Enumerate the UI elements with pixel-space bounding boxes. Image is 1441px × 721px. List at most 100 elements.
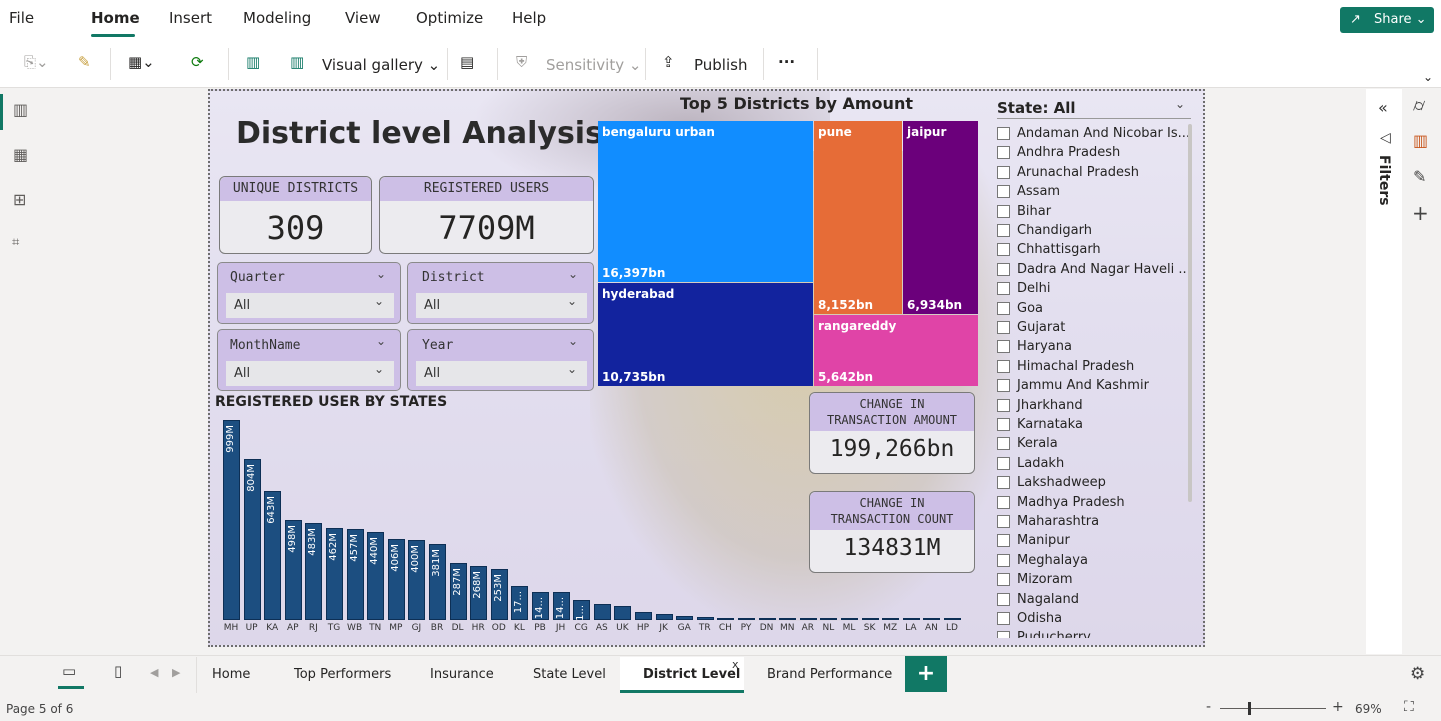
state-option[interactable]: Karnataka bbox=[997, 415, 1083, 434]
bar-py[interactable] bbox=[738, 618, 755, 620]
state-option[interactable]: Bihar bbox=[997, 202, 1051, 221]
state-option[interactable]: Odisha bbox=[997, 609, 1062, 628]
tab-home[interactable]: Home bbox=[212, 667, 250, 682]
tab-brand-performance[interactable]: Brand Performance bbox=[767, 667, 892, 682]
checkbox[interactable] bbox=[997, 553, 1010, 567]
visual-gallery-icon[interactable]: ▥ bbox=[290, 53, 304, 71]
state-slicer-header[interactable]: State: All ⌄ bbox=[997, 97, 1191, 119]
paste-icon[interactable]: ⎘⌄ bbox=[24, 53, 49, 71]
bar-mn[interactable] bbox=[779, 618, 797, 620]
tab-district-level[interactable]: District Level bbox=[643, 667, 740, 682]
monthname-dropdown[interactable]: All ⌄ bbox=[226, 361, 394, 386]
menu-file[interactable]: File bbox=[9, 9, 34, 27]
report-view-icon[interactable]: ▥ bbox=[13, 100, 28, 119]
more-options-button[interactable]: ··· bbox=[778, 53, 795, 71]
checkbox[interactable] bbox=[997, 243, 1010, 257]
state-option[interactable]: Madhya Pradesh bbox=[997, 493, 1125, 512]
bar-ml[interactable] bbox=[841, 618, 858, 620]
district-slicer[interactable]: District ⌄ All ⌄ bbox=[407, 262, 594, 324]
quarter-slicer[interactable]: Quarter ⌄ All ⌄ bbox=[217, 262, 401, 324]
state-option[interactable]: Jammu And Kashmir bbox=[997, 376, 1149, 395]
format-pane-icon[interactable]: ✎ bbox=[1413, 167, 1426, 186]
add-pane-icon[interactable]: + bbox=[1412, 201, 1429, 225]
bar-ga[interactable] bbox=[676, 616, 694, 620]
format-painter-icon[interactable]: ✎ bbox=[78, 53, 91, 71]
state-option[interactable]: Assam bbox=[997, 182, 1060, 201]
zoom-slider-thumb[interactable] bbox=[1248, 702, 1251, 715]
state-option[interactable]: Arunachal Pradesh bbox=[997, 163, 1139, 182]
checkbox[interactable] bbox=[997, 398, 1010, 412]
state-option[interactable]: Lakshadweep bbox=[997, 473, 1106, 492]
monthname-slicer[interactable]: MonthName ⌄ All ⌄ bbox=[217, 329, 401, 391]
bar-hp[interactable] bbox=[635, 612, 652, 620]
publish-icon[interactable]: ⇪ bbox=[662, 53, 675, 71]
bar-cg[interactable]: 1... bbox=[573, 600, 591, 621]
district-dropdown[interactable]: All ⌄ bbox=[416, 293, 587, 318]
menu-home[interactable]: Home bbox=[91, 9, 140, 27]
bar-as[interactable] bbox=[593, 604, 611, 620]
bar-jk[interactable] bbox=[655, 614, 673, 620]
state-option[interactable]: Manipur bbox=[997, 531, 1070, 550]
state-option[interactable]: Maharashtra bbox=[997, 512, 1099, 531]
model-view-icon[interactable]: ⊞ bbox=[13, 190, 26, 209]
data-pane-icon[interactable]: ⌭ bbox=[1413, 96, 1425, 116]
calculator-icon[interactable]: ▤ bbox=[460, 53, 474, 71]
bar-gj[interactable]: 400M bbox=[408, 540, 426, 620]
bar-dn[interactable] bbox=[758, 618, 776, 620]
bar-mp[interactable]: 406M bbox=[387, 538, 405, 620]
ribbon-collapse-chevron-icon[interactable]: ⌄ bbox=[1423, 70, 1433, 84]
checkbox[interactable] bbox=[997, 418, 1010, 431]
checkbox[interactable] bbox=[997, 379, 1010, 393]
menu-view[interactable]: View bbox=[345, 9, 381, 27]
state-option[interactable]: Gujarat bbox=[997, 318, 1065, 337]
state-option[interactable]: Goa bbox=[997, 299, 1043, 318]
tab-top-performers[interactable]: Top Performers bbox=[294, 667, 391, 682]
state-option[interactable]: Chandigarh bbox=[997, 221, 1092, 240]
zoom-slider-track[interactable] bbox=[1220, 708, 1326, 709]
bar-la[interactable] bbox=[902, 618, 920, 620]
add-page-button[interactable]: + bbox=[905, 656, 947, 692]
registered-users-card[interactable]: REGISTERED USERS 7709M bbox=[379, 176, 594, 254]
chevron-down-icon[interactable]: ⌄ bbox=[376, 267, 386, 281]
close-tab-icon[interactable]: x bbox=[732, 658, 739, 671]
bar-tr[interactable] bbox=[696, 617, 714, 620]
checkbox[interactable] bbox=[997, 321, 1010, 334]
bar-od[interactable]: 253M bbox=[490, 569, 508, 620]
table-view-icon[interactable]: ▦ bbox=[13, 145, 28, 164]
state-option[interactable]: Andaman And Nicobar Is... bbox=[997, 124, 1190, 143]
state-option[interactable]: Chhattisgarh bbox=[997, 240, 1101, 259]
menu-insert[interactable]: Insert bbox=[169, 9, 212, 27]
checkbox[interactable] bbox=[997, 476, 1010, 490]
checkbox[interactable] bbox=[997, 592, 1010, 606]
checkbox[interactable] bbox=[997, 456, 1010, 470]
tab-insurance[interactable]: Insurance bbox=[430, 667, 494, 682]
treemap-tile-bengaluru-urban[interactable]: bengaluru urban 16,397bn bbox=[598, 121, 813, 282]
expand-panes-icon[interactable]: « bbox=[1378, 98, 1388, 117]
tab-state-level[interactable]: State Level bbox=[533, 667, 606, 682]
bar-up[interactable]: 804M bbox=[243, 459, 261, 620]
publish-button[interactable]: Publish bbox=[694, 56, 747, 74]
state-option[interactable]: Puducherry bbox=[997, 628, 1091, 638]
checkbox[interactable] bbox=[997, 437, 1010, 451]
get-data-icon[interactable]: ▦⌄ bbox=[128, 53, 155, 71]
menu-modeling[interactable]: Modeling bbox=[243, 9, 311, 27]
registered-user-bar-chart[interactable]: 999M MH 804M UP 643M KA 498M AP 483M RJ 462M TG 457M… bbox=[214, 412, 974, 642]
bar-pb[interactable]: 14... bbox=[532, 592, 549, 620]
desktop-layout-icon[interactable]: ▭ bbox=[62, 662, 76, 680]
refresh-icon[interactable]: ⟳ bbox=[191, 53, 204, 71]
checkbox[interactable] bbox=[997, 165, 1010, 179]
scroll-tabs-right-icon[interactable]: ▶ bbox=[172, 666, 180, 679]
checkbox[interactable] bbox=[997, 204, 1010, 218]
chevron-down-icon[interactable]: ⌄ bbox=[1175, 97, 1185, 111]
checkbox[interactable] bbox=[997, 534, 1010, 548]
checkbox[interactable] bbox=[997, 301, 1010, 315]
bar-sk[interactable] bbox=[861, 618, 879, 620]
bar-br[interactable]: 381M bbox=[429, 543, 446, 620]
bar-nl[interactable] bbox=[820, 618, 838, 620]
visualizations-pane-icon[interactable]: ▥ bbox=[1413, 131, 1428, 150]
checkbox[interactable] bbox=[997, 573, 1010, 587]
checkbox[interactable] bbox=[997, 340, 1010, 354]
state-option[interactable]: Delhi bbox=[997, 279, 1050, 298]
treemap-tile-hyderabad[interactable]: hyderabad 10,735bn bbox=[598, 283, 813, 386]
checkbox[interactable] bbox=[997, 185, 1010, 199]
